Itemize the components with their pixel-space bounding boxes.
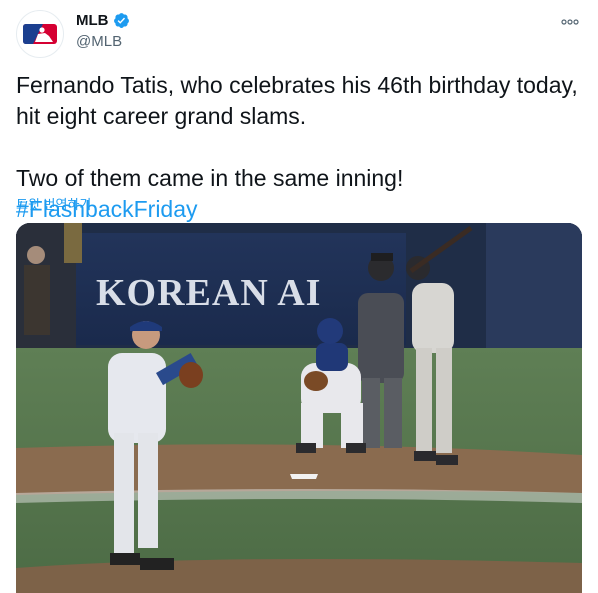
stadium-banner: KOREAN AI [96,272,321,314]
tweet-media-video[interactable]: KOREAN AI [16,223,582,593]
author-handle[interactable]: @MLB [76,33,122,50]
author-name-row[interactable]: MLB [76,12,130,29]
author-name[interactable]: MLB [76,12,109,29]
mlb-logo-icon [23,24,57,44]
verified-badge-icon [113,13,129,28]
avatar[interactable] [16,10,64,58]
tweet-line-3: Two of them came in the same inning! [16,165,410,191]
tweet-line-2: hit eight career grand slams. [16,103,307,129]
more-horizontal-icon [561,19,579,25]
tweet-text: Fernando Tatis, who celebrates his 46th … [16,70,586,225]
more-options-button[interactable] [558,10,582,34]
tweet-line-1: Fernando Tatis, who celebrates his 46th … [16,72,578,98]
baseball-scene-image: KOREAN AI [16,223,582,593]
translate-tweet-link[interactable]: 트윗 번역하기 [16,194,91,213]
